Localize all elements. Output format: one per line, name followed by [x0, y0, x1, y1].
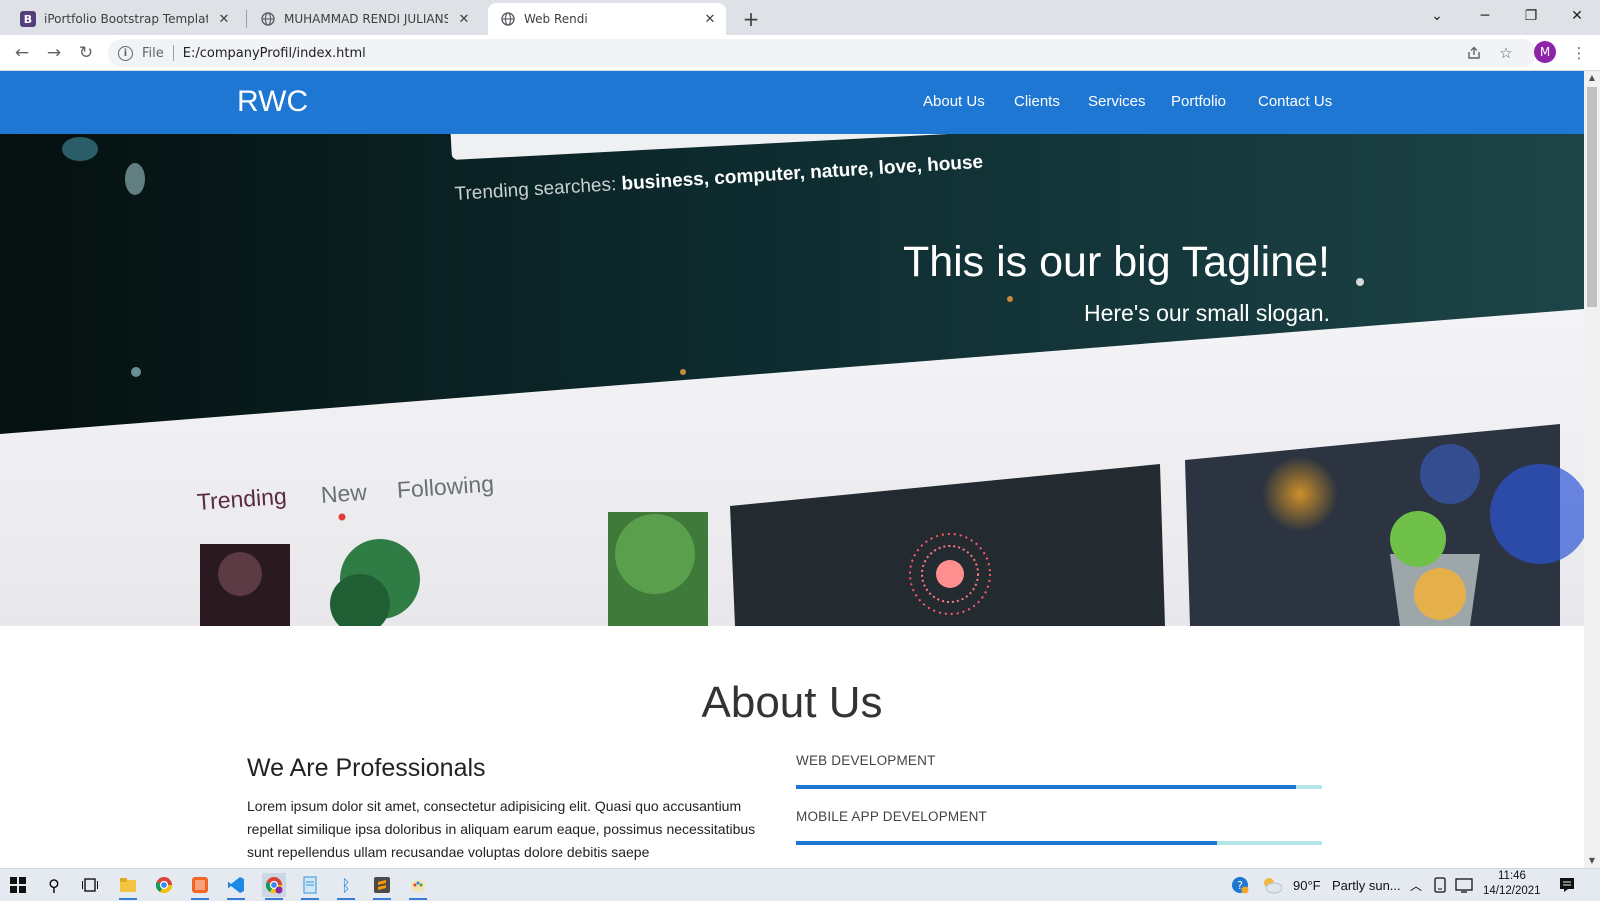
- globe-icon: [260, 11, 276, 27]
- windows-taskbar: ⚲ ᛒ ? 90°F Partly sun... ︿ 11:46 14/12/2…: [0, 868, 1600, 901]
- tab-search-chevron-icon[interactable]: ⌄: [1414, 0, 1460, 32]
- back-arrow-icon[interactable]: ←: [8, 39, 36, 67]
- info-icon[interactable]: i: [118, 45, 133, 61]
- scroll-down-arrow-icon[interactable]: ▼: [1587, 856, 1597, 866]
- clock-date[interactable]: 14/12/2021: [1483, 885, 1541, 897]
- menu-kebab-icon[interactable]: ⋮: [1565, 39, 1593, 67]
- address-url: E:/companyProfil/index.html: [182, 45, 366, 61]
- hero-banner: Trending searches: business, computer, n…: [0, 134, 1584, 626]
- nav-link-contact-us[interactable]: Contact Us: [1258, 93, 1332, 110]
- globe-icon: [500, 11, 516, 27]
- bluetooth-icon[interactable]: ᛒ: [334, 873, 358, 900]
- share-icon[interactable]: [1460, 39, 1488, 67]
- restore-icon[interactable]: ❐: [1508, 0, 1554, 32]
- about-heading: We Are Professionals: [247, 754, 486, 782]
- tab-web-rendi[interactable]: Web Rendi ✕: [488, 3, 726, 35]
- browser-toolbar: ← → ↻ i File E:/companyProfil/index.html…: [0, 35, 1600, 71]
- skill-label-web-development: WEB DEVELOPMENT: [796, 753, 936, 768]
- hero-slogan: Here's our small slogan.: [1084, 300, 1330, 326]
- address-scheme: File: [142, 45, 164, 61]
- network-icon[interactable]: [1452, 873, 1476, 897]
- file-explorer-icon[interactable]: [116, 873, 140, 900]
- skill-label-mobile-app-development: MOBILE APP DEVELOPMENT: [796, 809, 987, 824]
- site-navbar: RWC About Us Clients Services Portfolio …: [0, 71, 1584, 134]
- nav-link-portfolio[interactable]: Portfolio: [1171, 93, 1226, 110]
- skill-fill: [796, 841, 1217, 845]
- chrome-icon[interactable]: [152, 873, 176, 897]
- app-icon-orange[interactable]: [188, 873, 212, 900]
- scroll-up-arrow-icon[interactable]: ▲: [1587, 73, 1597, 83]
- sublime-text-icon[interactable]: [370, 873, 394, 900]
- notepad-icon[interactable]: [298, 873, 322, 900]
- about-section-title: About Us: [701, 678, 883, 727]
- close-window-icon[interactable]: ✕: [1554, 0, 1600, 32]
- action-center-notification-icon[interactable]: [1555, 873, 1579, 897]
- page-viewport: RWC About Us Clients Services Portfolio …: [0, 71, 1584, 868]
- tab-title: iPortfolio Bootstrap Template - In: [44, 12, 208, 26]
- nav-link-clients[interactable]: Clients: [1014, 93, 1060, 110]
- close-tab-icon[interactable]: ✕: [216, 11, 232, 27]
- about-paragraph: Lorem ipsum dolor sit amet, consectetur …: [247, 798, 756, 860]
- weather-partly-sunny-icon[interactable]: [1260, 873, 1284, 897]
- hero-tagline: This is our big Tagline!: [902, 238, 1330, 286]
- page-scrollbar[interactable]: ▲ ▼: [1584, 71, 1600, 868]
- weather-description[interactable]: Partly sun...: [1332, 878, 1401, 893]
- windows-start-icon[interactable]: [6, 873, 30, 897]
- minimize-icon[interactable]: ─: [1462, 0, 1508, 32]
- nav-link-about-us[interactable]: About Us: [923, 93, 985, 110]
- skill-bar-web-development: [796, 785, 1322, 789]
- bookmark-star-icon[interactable]: ☆: [1492, 39, 1520, 67]
- forward-arrow-icon[interactable]: →: [40, 39, 68, 67]
- help-badge-icon[interactable]: ?: [1228, 873, 1252, 897]
- browser-tab-bar: B iPortfolio Bootstrap Template - In ✕ M…: [0, 0, 1600, 35]
- bootstrap-favicon-icon: B: [20, 11, 36, 27]
- profile-avatar[interactable]: M: [1534, 41, 1556, 63]
- device-icon[interactable]: [1428, 873, 1452, 897]
- show-hidden-icons-chevron-icon[interactable]: ︿: [1404, 873, 1428, 897]
- clock-time[interactable]: 11:46: [1498, 870, 1526, 882]
- task-view-icon[interactable]: [78, 873, 102, 897]
- site-brand-logo[interactable]: RWC: [237, 85, 308, 119]
- vscode-icon[interactable]: [224, 873, 248, 900]
- new-tab-button[interactable]: +: [737, 5, 765, 33]
- address-bar[interactable]: i File E:/companyProfil/index.html: [108, 39, 1536, 67]
- tab-title: Web Rendi: [524, 12, 588, 26]
- weather-temperature[interactable]: 90°F: [1293, 878, 1321, 893]
- paint-icon[interactable]: [406, 873, 430, 900]
- tab-iportfolio[interactable]: B iPortfolio Bootstrap Template - In ✕: [8, 3, 240, 35]
- nav-link-services[interactable]: Services: [1088, 93, 1146, 110]
- reload-icon[interactable]: ↻: [72, 39, 100, 67]
- address-divider: [172, 45, 174, 61]
- tab-title: MUHAMMAD RENDI JULIANSYAH: [284, 12, 448, 26]
- tab-separator: [246, 10, 247, 28]
- close-tab-icon[interactable]: ✕: [456, 11, 472, 27]
- skill-fill: [796, 785, 1296, 789]
- tab-muhammad-rendi[interactable]: MUHAMMAD RENDI JULIANSYAH ✕: [248, 3, 480, 35]
- skill-bar-mobile-app-development: [796, 841, 1322, 845]
- close-tab-icon[interactable]: ✕: [702, 11, 718, 27]
- chrome-profile-icon[interactable]: [262, 873, 286, 900]
- hero-background-photo: [0, 134, 1584, 626]
- search-icon[interactable]: ⚲: [42, 873, 66, 897]
- photo-tab-new: New: [320, 478, 368, 508]
- scrollbar-thumb[interactable]: [1587, 87, 1597, 307]
